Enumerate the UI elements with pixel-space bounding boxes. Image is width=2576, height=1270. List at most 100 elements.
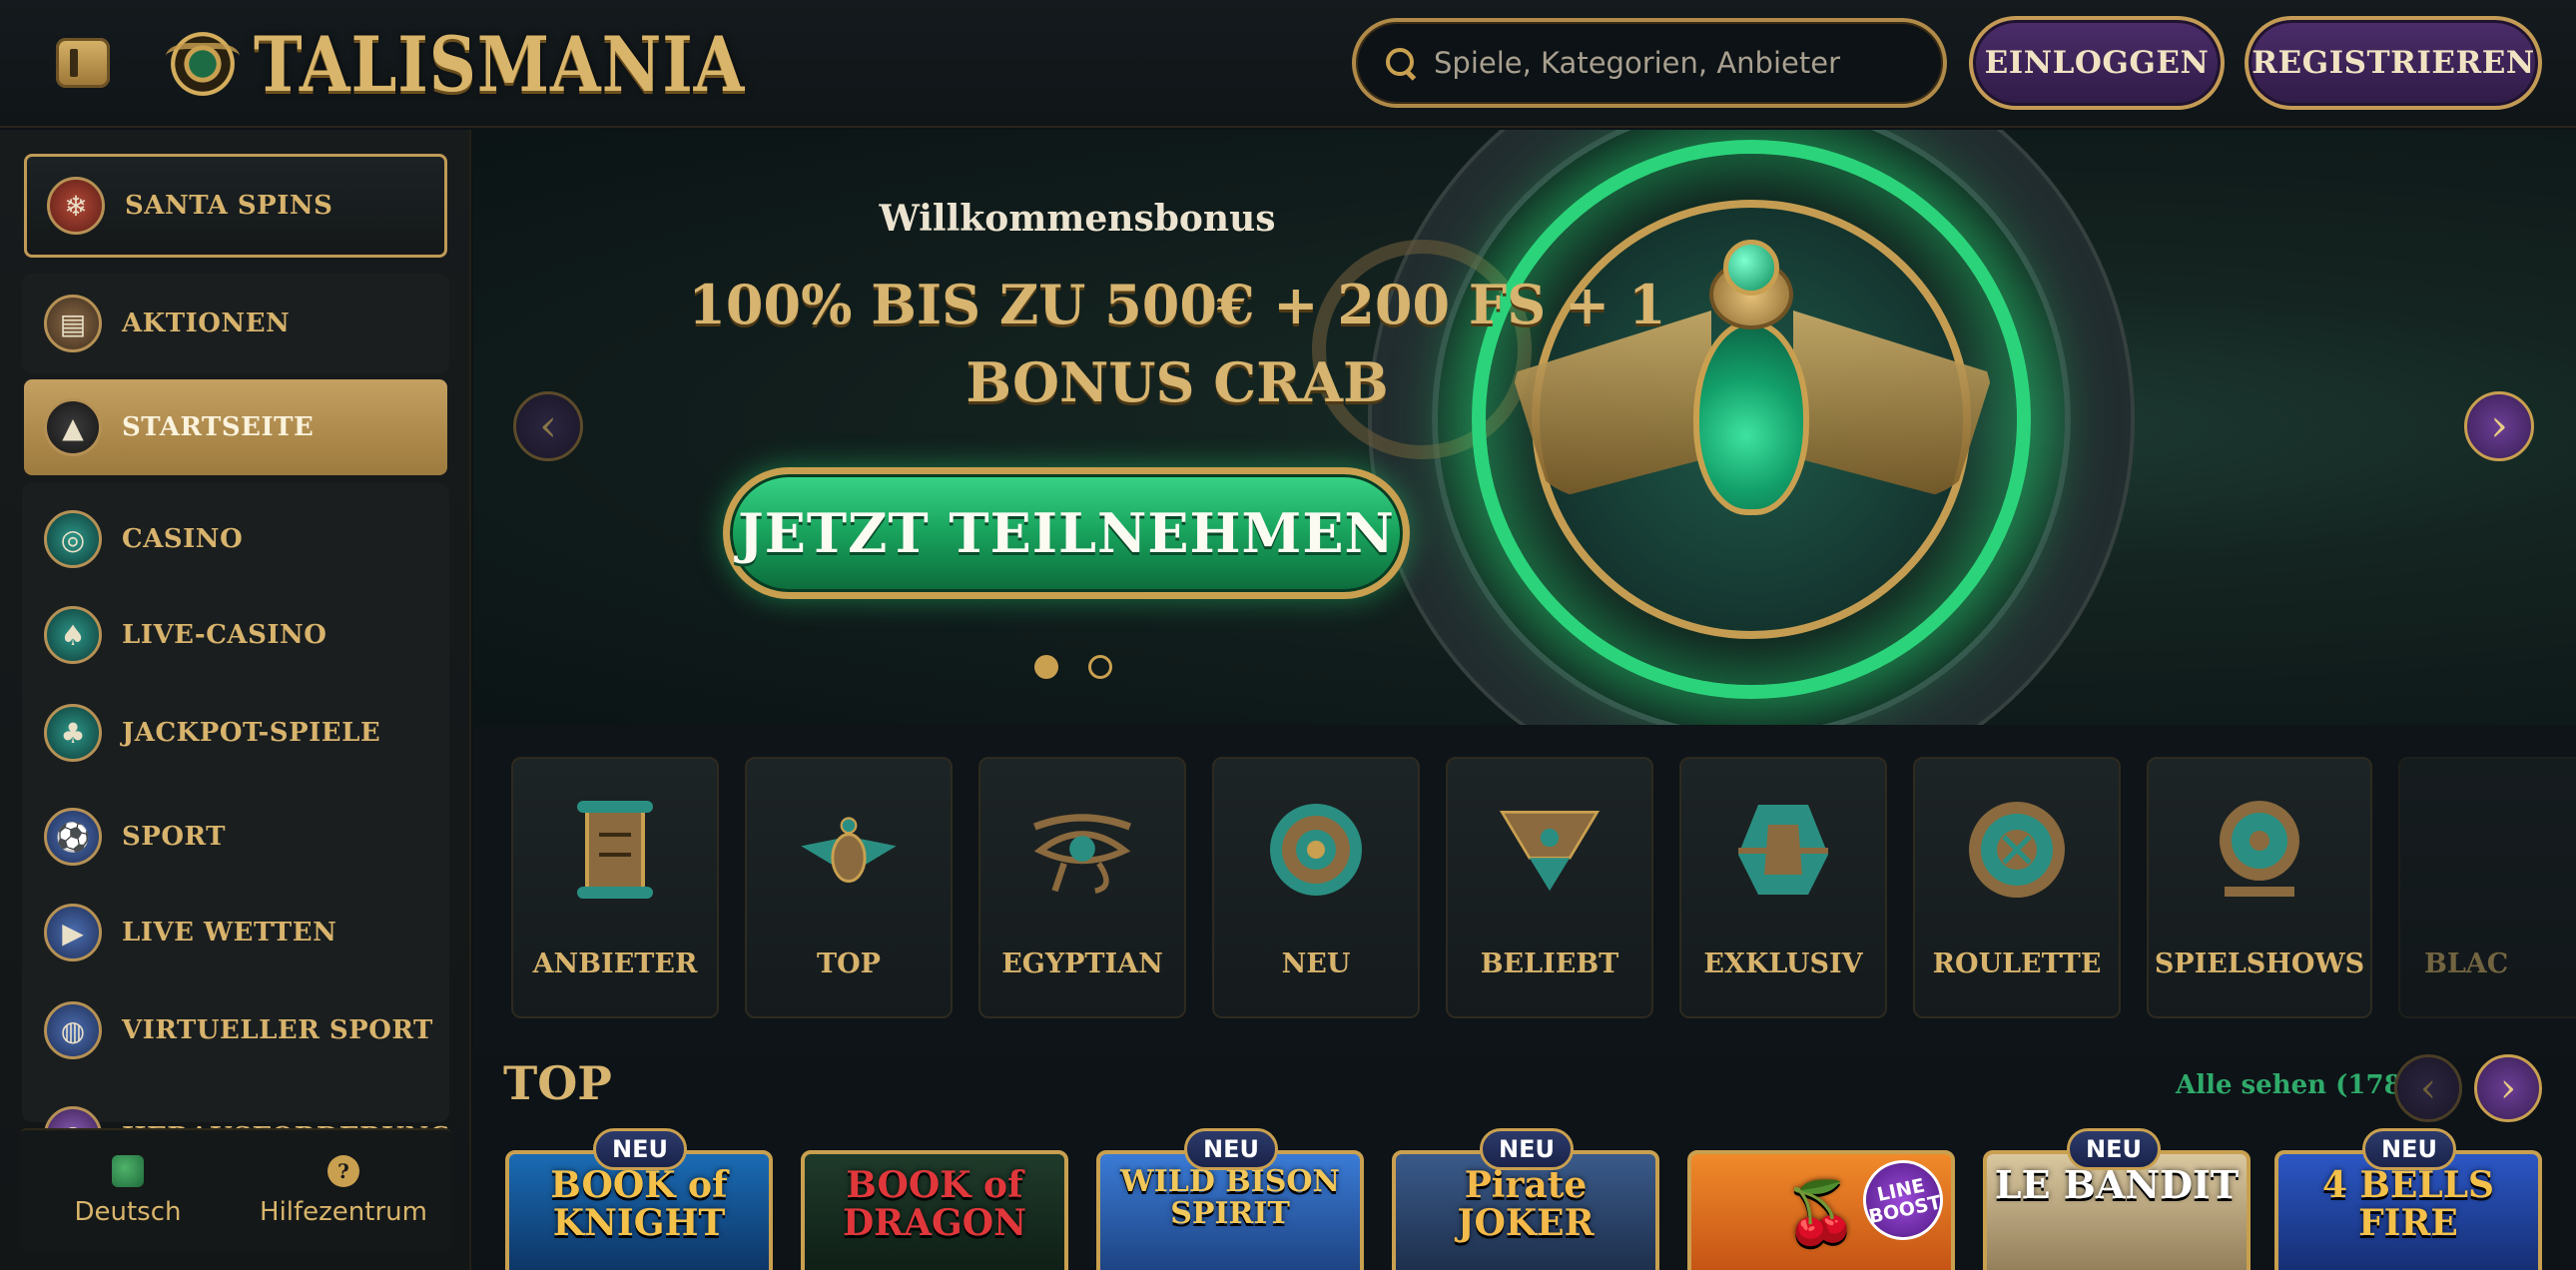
new-badge: NEU [1184,1128,1278,1170]
help-icon: ? [327,1155,359,1187]
game-show-wheel-icon [2205,795,2314,905]
category-egyptian[interactable]: EGYPTIAN [978,757,1186,1018]
category-label: SPIELSHOWS [2154,949,2365,979]
join-now-button[interactable]: JETZT TEILNEHMEN [723,467,1410,599]
sidebar-item-label: SPORT [122,822,226,852]
hero-offer-line-2: BONUS CRAB [966,350,1389,414]
game-tile-book-of-dragon[interactable]: BOOK of DRAGON [801,1150,1068,1270]
category-label: NEU [1281,949,1351,979]
search-bar[interactable] [1352,18,1947,108]
sidebar-item-label: CASINO [122,524,244,554]
hero-next-arrow-icon[interactable]: › [2464,391,2534,461]
slide-dot-active[interactable] [1034,655,1058,679]
new-badge: NEU [593,1128,687,1170]
game-title: WILD BISON SPIRIT [1120,1164,1340,1231]
scroll-icon [560,795,670,905]
category-label: TOP [817,949,881,979]
sidebar-item-jackpot-spiele[interactable]: ♣ JACKPOT-SPIELE [24,695,447,771]
scarab-icon [794,795,904,905]
clover-icon: ♣ [44,704,102,762]
category-beliebt[interactable]: BELIEBT [1446,757,1653,1018]
category-label: ANBIETER [532,949,698,979]
sidebar: ❄ SANTA SPINS ▤ AKTIONEN ▲ STARTSEITE ◎ … [0,130,471,1270]
spade-icon: ♠ [44,606,102,664]
sun-disc-icon [1261,795,1371,905]
roulette-wheel-icon [1962,795,2072,905]
top-header: TALISMANIA EINLOGGEN REGISTRIEREN [0,0,2576,128]
category-strip: ANBIETER TOP EGYPTIAN NEU BELIEBT EXKLUS… [473,725,2576,1054]
category-label: BELIEBT [1480,949,1619,979]
new-badge: NEU [2362,1128,2456,1170]
sidebar-item-virtueller-sport[interactable]: ◍ VIRTUELLER SPORT [24,992,447,1068]
pyramid-icon: ▲ [44,398,102,456]
globe-icon [112,1155,144,1187]
sidebar-item-sport[interactable]: ⚽ SPORT [24,799,447,875]
slide-dot[interactable] [1088,655,1112,679]
search-icon [1384,46,1418,80]
line-boost-badge: LINE BOOST [1855,1154,1951,1248]
category-blackjack[interactable]: BLAC [2398,757,2576,1018]
sidebar-item-santa-spins[interactable]: ❄ SANTA SPINS [24,154,447,258]
logo[interactable]: TALISMANIA [160,18,825,110]
play-icon: ▶ [44,904,102,961]
sidebar-item-label: LIVE-CASINO [122,620,327,650]
login-button[interactable]: EINLOGGEN [1969,16,2225,110]
category-anbieter[interactable]: ANBIETER [511,757,719,1018]
hero-offer-line-1: 100% BIS ZU 500€ + 200 FS + 1 [688,273,1666,336]
sidebar-item-label: AKTIONEN [122,309,291,338]
category-top[interactable]: TOP [745,757,953,1018]
game-title: LE BANDIT [1994,1162,2240,1207]
gamepad-icon: ◍ [44,1001,102,1059]
sidebar-item-label: VIRTUELLER SPORT [122,1015,433,1045]
game-title: BOOK of DRAGON [842,1164,1027,1244]
game-title: 4 BELLS FIRE [2321,1164,2495,1244]
game-tile-line-boost[interactable]: 🍒 LINE BOOST [1687,1150,1955,1270]
scarab-logo-icon [160,21,246,107]
logo-text: TALISMANIA [254,19,746,109]
treasure-chest-icon: ▤ [44,295,102,352]
sidebar-footer: Deutsch ? Hilfezentrum [20,1128,451,1252]
sidebar-item-label: JACKPOT-SPIELE [122,718,381,748]
hero-offer: 100% BIS ZU 500€ + 200 FS + 1 BONUS CRAB [663,266,1691,421]
new-badge: NEU [2067,1128,2161,1170]
sidebar-item-aktionen[interactable]: ▤ AKTIONEN [24,274,447,373]
top-prev-arrow-icon[interactable]: ‹ [2394,1054,2462,1122]
category-label: ROULETTE [1932,949,2102,979]
sidebar-item-live-wetten[interactable]: ▶ LIVE WETTEN [24,895,447,970]
sidebar-item-casino[interactable]: ◎ CASINO [24,501,447,577]
sidebar-toggle-icon[interactable] [56,38,110,88]
category-label: BLAC [2424,949,2509,979]
register-button[interactable]: REGISTRIEREN [2245,16,2542,110]
help-label: Hilfezentrum [260,1197,427,1227]
language-selector[interactable]: Deutsch [20,1130,236,1252]
category-label: EXKLUSIV [1703,949,1863,979]
game-title: Pirate JOKER [1457,1164,1595,1244]
sidebar-item-label: SANTA SPINS [125,191,333,221]
category-label: EGYPTIAN [1001,949,1163,979]
category-roulette[interactable]: ROULETTE [1913,757,2121,1018]
section-title-top: TOP [503,1056,612,1110]
category-spielshows[interactable]: SPIELSHOWS [2147,757,2372,1018]
language-label: Deutsch [74,1197,182,1227]
pharaoh-icon [1728,795,1838,905]
see-all-link[interactable]: Alle sehen (178) [2165,1070,2414,1100]
help-center-link[interactable]: ? Hilfezentrum [236,1130,451,1252]
category-neu[interactable]: NEU [1212,757,1420,1018]
game-title: BOOK of KNIGHT [550,1164,728,1244]
eye-of-horus-icon [1027,795,1137,905]
soccer-ball-icon: ⚽ [44,808,102,866]
category-exklusiv[interactable]: EXKLUSIV [1679,757,1887,1018]
hero-prev-arrow-icon[interactable]: ‹ [513,391,583,461]
blackjack-icon [2447,795,2557,905]
emerald-gem-icon [1723,240,1779,296]
chip-icon: ◎ [44,510,102,568]
sidebar-item-label: STARTSEITE [122,412,315,442]
hero-banner: Willkommensbonus 100% BIS ZU 500€ + 200 … [473,130,2576,725]
scarab-icon [1693,319,1809,515]
top-next-arrow-icon[interactable]: › [2474,1054,2542,1122]
sidebar-item-live-casino[interactable]: ♠ LIVE-CASINO [24,597,447,673]
winged-crest-icon [1495,795,1605,905]
search-input[interactable] [1434,46,1913,80]
sidebar-item-startseite[interactable]: ▲ STARTSEITE [24,379,447,475]
sidebar-item-label: LIVE WETTEN [122,918,337,948]
